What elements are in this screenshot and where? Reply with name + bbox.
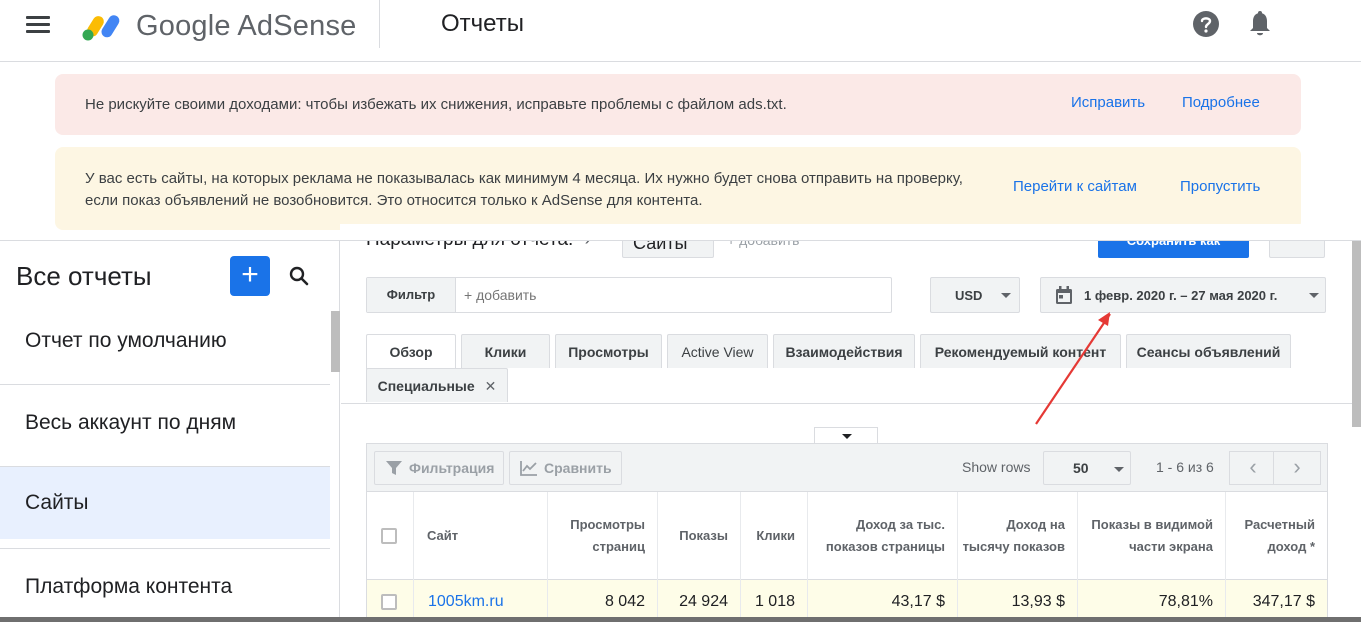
sidebar-item-content-platform[interactable]: Платформа контента xyxy=(0,557,330,617)
table-row[interactable]: 1005km.ru 8 042 24 924 1 018 43,17 $ 13,… xyxy=(367,580,1327,622)
filter-rows-label: Фильтрация xyxy=(409,460,495,476)
alert-text: У вас есть сайты, на которых реклама не … xyxy=(85,170,963,209)
collapse-chart-toggle[interactable] xyxy=(814,427,878,443)
tab-active-view[interactable]: Active View xyxy=(667,334,768,368)
tab-views[interactable]: Просмотры xyxy=(555,334,662,368)
reports-sidebar: Все отчеты + Отчет по умолчанию Весь акк… xyxy=(0,241,340,622)
select-all-cell xyxy=(367,492,414,580)
tabs-underline xyxy=(341,403,1353,404)
chevron-down-icon xyxy=(1309,293,1319,298)
column-header-site[interactable]: Сайт xyxy=(414,492,548,580)
alert-text: Не рискуйте своими доходами: чтобы избеж… xyxy=(85,96,787,113)
go-to-sites-link[interactable]: Перейти к сайтам xyxy=(1013,178,1137,195)
column-header-viewability[interactable]: Показы в видимой части экрана xyxy=(1078,492,1226,580)
tab-label: Специальные xyxy=(377,378,475,394)
currency-value: USD xyxy=(955,288,983,303)
filter-icon xyxy=(386,461,402,475)
sidebar-separator xyxy=(0,548,330,549)
table-toolbar: Фильтрация Сравнить Show rows 50 1 - 6 и… xyxy=(367,444,1327,492)
fix-link[interactable]: Исправить xyxy=(1071,94,1145,111)
page-views-cell: 8 042 xyxy=(548,580,658,622)
tab-clicks[interactable]: Клики xyxy=(461,334,550,368)
sidebar-item-default-report[interactable]: Отчет по умолчанию xyxy=(0,311,330,371)
tab-custom[interactable]: Специальные ✕ xyxy=(366,368,508,402)
next-page-button[interactable]: › xyxy=(1273,451,1321,485)
pagination-text: 1 - 6 из 6 xyxy=(1156,459,1214,475)
adsense-logo-icon xyxy=(82,15,120,41)
site-link[interactable]: 1005km.ru xyxy=(428,593,504,610)
sidebar-item-label: Сайты xyxy=(25,491,89,514)
column-header-estimated-earnings[interactable]: Расчетный доход * xyxy=(1226,492,1327,580)
skip-link[interactable]: Пропустить xyxy=(1180,178,1260,195)
sidebar-item-label: Весь аккаунт по дням xyxy=(25,411,237,434)
currency-select[interactable]: USD xyxy=(930,277,1020,313)
column-header-clicks[interactable]: Клики xyxy=(741,492,808,580)
annotation-arrow-icon xyxy=(1035,312,1111,425)
sidebar-item-account-by-day[interactable]: Весь аккаунт по дням xyxy=(0,393,330,453)
compare-button[interactable]: Сравнить xyxy=(509,451,622,485)
sidebar-item-sites[interactable]: Сайты xyxy=(0,467,330,539)
page-scrollbar[interactable] xyxy=(1352,241,1361,427)
column-header-impressions[interactable]: Показы xyxy=(658,492,741,580)
rows-value: 50 xyxy=(1073,460,1089,476)
clicks-cell: 1 018 xyxy=(741,580,808,622)
sidebar-title: Все отчеты xyxy=(16,261,152,291)
prev-page-button[interactable]: ‹ xyxy=(1229,451,1277,485)
page-rpm-cell: 43,17 $ xyxy=(808,580,958,622)
show-rows-label: Show rows xyxy=(962,459,1031,475)
tab-interactions[interactable]: Взаимодействия xyxy=(773,334,915,368)
header-divider xyxy=(379,0,380,48)
window-bottom-edge xyxy=(0,617,1361,622)
column-header-page-views[interactable]: Просмотры страниц xyxy=(548,492,658,580)
filter-rows-button[interactable]: Фильтрация xyxy=(374,451,504,485)
search-icon[interactable] xyxy=(288,265,310,287)
learn-more-link[interactable]: Подробнее xyxy=(1182,94,1260,111)
notifications-bell-icon[interactable] xyxy=(1247,10,1273,38)
filter-box: Фильтр xyxy=(366,277,892,313)
chevron-down-icon xyxy=(842,434,852,439)
column-header-impression-rpm[interactable]: Доход на тысячу показов xyxy=(958,492,1078,580)
tab-overview[interactable]: Обзор xyxy=(366,334,456,369)
filter-input[interactable] xyxy=(464,287,864,303)
help-icon[interactable] xyxy=(1192,10,1220,38)
close-icon[interactable]: ✕ xyxy=(485,369,497,403)
row-select-cell xyxy=(367,580,414,622)
column-header-page-rpm[interactable]: Доход за тыс. показов страницы xyxy=(808,492,958,580)
brand-name: Google AdSense xyxy=(136,10,357,42)
menu-icon[interactable] xyxy=(26,16,50,36)
impressions-cell: 24 924 xyxy=(658,580,741,622)
viewability-cell: 78,81% xyxy=(1078,580,1226,622)
account-avatar[interactable] xyxy=(1300,6,1340,46)
report-table: Фильтрация Сравнить Show rows 50 1 - 6 и… xyxy=(366,443,1328,622)
site-cell: 1005km.ru xyxy=(414,580,548,622)
ads-txt-alert: Не рискуйте своими доходами: чтобы избеж… xyxy=(55,74,1301,135)
compare-label: Сравнить xyxy=(544,460,612,476)
chevron-down-icon xyxy=(1114,467,1124,472)
add-report-button[interactable]: + xyxy=(230,256,270,296)
sidebar-item-label: Отчет по умолчанию xyxy=(25,329,227,352)
calendar-icon xyxy=(1056,286,1072,304)
tab-ad-sessions[interactable]: Сеансы объявлений xyxy=(1126,334,1291,368)
rows-per-page-select[interactable]: 50 xyxy=(1043,451,1131,485)
inactive-sites-alert: У вас есть сайты, на которых реклама не … xyxy=(55,147,1301,230)
page-title: Отчеты xyxy=(441,10,524,37)
header-overlap xyxy=(340,224,1361,240)
impression-rpm-cell: 13,93 $ xyxy=(958,580,1078,622)
date-range-value: 1 февр. 2020 г. – 27 мая 2020 г. xyxy=(1084,288,1278,303)
sidebar-scrollbar[interactable] xyxy=(331,311,340,372)
select-all-checkbox[interactable] xyxy=(381,528,397,544)
sidebar-item-label: Платформа контента xyxy=(25,575,233,598)
row-checkbox[interactable] xyxy=(381,594,397,610)
app-header: Google AdSense Отчеты xyxy=(0,0,1361,62)
filter-label: Фильтр xyxy=(367,278,456,312)
sidebar-separator xyxy=(0,384,330,385)
line-chart-icon xyxy=(520,461,537,476)
estimated-earnings-cell: 347,17 $ xyxy=(1252,593,1315,610)
table-header: Сайт Просмотры страниц Показы Клики Дохо… xyxy=(367,492,1327,580)
chevron-down-icon xyxy=(1001,293,1011,298)
